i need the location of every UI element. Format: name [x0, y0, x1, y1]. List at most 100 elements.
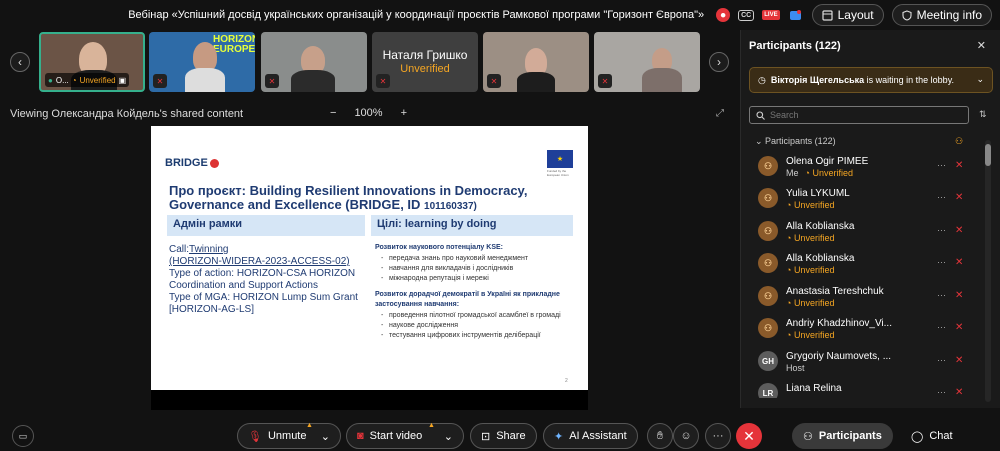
participants-button[interactable]: ⚇ Participants	[792, 423, 893, 449]
avatar: ⚇	[758, 156, 778, 176]
leave-meeting-button[interactable]: ✕	[736, 423, 762, 449]
participant-row[interactable]: LR Liana Relina ··· ✕	[741, 379, 986, 398]
mic-muted-icon[interactable]: ✕	[955, 257, 963, 268]
ai-assistant-label: AI Assistant	[569, 430, 627, 442]
participant-name: Grygoriy Naumovets, ...	[786, 351, 892, 362]
unmute-label: Unmute	[267, 430, 307, 442]
video-tile[interactable]: Наталя Гришко Unverified ✕	[372, 32, 478, 92]
shield-icon	[902, 9, 912, 21]
video-tile[interactable]: ✕	[483, 32, 589, 92]
participant-row[interactable]: ⚇ Alla Koblianska ◔ Unverified ··· ✕	[741, 249, 986, 281]
raise-hand-button[interactable]: ✋︎	[647, 423, 673, 449]
chat-button[interactable]: ◯ Chat	[900, 423, 964, 449]
start-video-button[interactable]: ◙ Start video ⌄	[346, 423, 464, 449]
share-button[interactable]: ⊡ Share	[470, 423, 537, 449]
meeting-title: Вебінар «Успішний досвід українських орг…	[128, 9, 705, 21]
more-options-icon[interactable]: ···	[937, 225, 946, 235]
mic-muted-icon[interactable]: ✕	[955, 225, 963, 236]
strip-next-button[interactable]: ›	[709, 52, 729, 72]
more-options-icon[interactable]: ···	[937, 257, 946, 267]
more-options-icon[interactable]: ···	[937, 160, 946, 170]
participant-row[interactable]: ⚇ Olena Ogir PIMEE Me ◔ Unverified ··· ✕	[741, 152, 986, 184]
participant-video-body	[642, 68, 682, 92]
participant-row[interactable]: ⚇ Yulia LYKUML ◔ Unverified ··· ✕	[741, 184, 986, 216]
video-tile[interactable]: HORIZON EUROPE ✕	[149, 32, 255, 92]
participant-status: ◔ Unverified	[786, 265, 835, 275]
slide-title-id: 101160337)	[424, 201, 477, 212]
ai-assistant-button[interactable]: ✦ AI Assistant	[543, 423, 638, 449]
chevron-down-icon[interactable]: ⌄	[321, 430, 330, 443]
share-view-bar: Viewing Олександра Койдель's shared cont…	[0, 104, 740, 124]
more-options-icon[interactable]: ···	[937, 192, 946, 202]
participant-status: Me ◔ Unverified	[786, 168, 853, 178]
zoom-in-button[interactable]: +	[401, 107, 407, 119]
chevron-down-icon[interactable]: ⌄	[976, 74, 984, 85]
participant-name: Anastasia Tereshchuk	[786, 286, 884, 297]
search-input[interactable]	[770, 110, 950, 120]
avatar: ⚇	[758, 221, 778, 241]
mic-muted-icon: ✕	[153, 74, 167, 88]
participant-row[interactable]: ⚇ Alla Koblianska ◔ Unverified ··· ✕	[741, 217, 986, 249]
avatar: LR	[758, 383, 778, 398]
add-participant-icon[interactable]: ⚇	[955, 136, 963, 147]
admin-framework-text: Call:Twinning (HORIZON-WIDERA-2023-ACCES…	[169, 244, 358, 315]
layout-label: Layout	[837, 8, 874, 22]
notification-icon[interactable]	[788, 7, 804, 23]
zoom-level: 100%	[354, 107, 383, 119]
recording-icon[interactable]: ⏺	[716, 8, 731, 22]
mic-muted-icon: ✕	[265, 74, 279, 88]
participants-panel-title: Participants (122)	[749, 40, 841, 52]
unmute-button[interactable]: 🎙︎ Unmute ⌄	[237, 423, 341, 449]
more-options-icon[interactable]: ···	[937, 355, 946, 365]
closed-captions-icon[interactable]: CC	[738, 9, 755, 21]
participant-search[interactable]	[749, 106, 969, 124]
participant-list: ⚇ Olena Ogir PIMEE Me ◔ Unverified ··· ✕ …	[741, 152, 986, 398]
participant-status: ◔ Unverified	[786, 298, 835, 308]
more-options-icon[interactable]: ···	[937, 322, 946, 332]
mic-muted-icon[interactable]: ✕	[955, 192, 963, 203]
avatar: ⚇	[758, 253, 778, 273]
participant-video-body	[185, 68, 225, 92]
expand-icon[interactable]: ⤢	[716, 108, 724, 119]
participant-row[interactable]: ⚇ Andriy Khadzhinov_Vi... ◔ Unverified ·…	[741, 314, 986, 346]
meeting-info-button[interactable]: Meeting info	[891, 4, 992, 26]
mic-muted-icon[interactable]: ✕	[955, 387, 963, 398]
meeting-info-label: Meeting info	[916, 8, 982, 22]
mic-muted-icon[interactable]: ✕	[955, 355, 963, 366]
participant-row[interactable]: ⚇ Anastasia Tereshchuk ◔ Unverified ··· …	[741, 282, 986, 314]
captions-toggle-icon[interactable]: ▭	[12, 425, 34, 447]
video-tile[interactable]: ✕	[261, 32, 367, 92]
more-button[interactable]: ···	[705, 423, 731, 449]
video-tile[interactable]: ● O... ◔ Unverified ▣	[39, 32, 145, 92]
participant-status: ◔ Unverified	[786, 330, 835, 340]
mic-muted-icon[interactable]: ✕	[955, 290, 963, 301]
goals-text: Розвиток наукового потенціалу KSE: перед…	[375, 243, 575, 341]
mic-muted-icon[interactable]: ✕	[955, 322, 963, 333]
close-icon[interactable]: ✕	[977, 39, 986, 52]
slide-page-number: 2	[565, 378, 568, 384]
sort-icon[interactable]: ⇅	[979, 109, 987, 120]
mic-muted-icon[interactable]: ✕	[955, 160, 963, 171]
participant-name: Alla Koblianska	[786, 221, 855, 232]
lobby-notification[interactable]: ◷ Вікторія Щегельська is waiting in the …	[749, 67, 993, 93]
admin-framework-header: Адмін рамки	[167, 215, 365, 236]
participant-list-scrollbar[interactable]	[985, 140, 991, 402]
chevron-down-icon[interactable]: ⌄	[444, 430, 453, 443]
scrollbar-thumb[interactable]	[985, 144, 991, 166]
more-options-icon[interactable]: ···	[937, 387, 946, 397]
mic-muted-icon: ✕	[598, 74, 612, 88]
participant-row[interactable]: GH Grygoriy Naumovets, ... Host ··· ✕	[741, 347, 986, 379]
reactions-button[interactable]: ☺	[673, 423, 699, 449]
share-label: Share	[496, 430, 526, 442]
live-stream-icon[interactable]: LIVE	[762, 10, 780, 20]
zoom-out-button[interactable]: −	[330, 107, 336, 119]
participant-video-body	[291, 70, 335, 92]
layout-button[interactable]: Layout	[811, 4, 884, 26]
participants-group-label[interactable]: ⌄ Participants (122)	[755, 136, 836, 147]
horizon-europe-backdrop: HORIZON EUROPE	[213, 34, 255, 55]
bridge-logo: BRIDGE	[165, 157, 219, 169]
video-tile[interactable]: ✕	[594, 32, 700, 92]
more-options-icon[interactable]: ···	[937, 290, 946, 300]
lobby-icon: ◷	[758, 74, 766, 85]
strip-prev-button[interactable]: ‹	[10, 52, 30, 72]
